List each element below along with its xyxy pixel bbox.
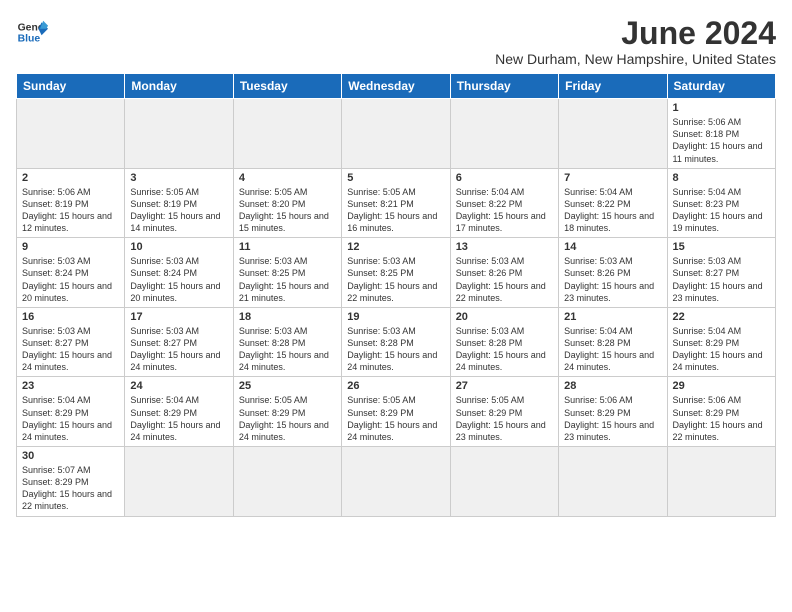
day-empty: [233, 99, 341, 169]
week-row-5: 23 Sunrise: 5:04 AMSunset: 8:29 PMDaylig…: [17, 377, 776, 447]
day-27: 27 Sunrise: 5:05 AMSunset: 8:29 PMDaylig…: [450, 377, 558, 447]
day-empty: [17, 99, 125, 169]
day-24: 24 Sunrise: 5:04 AMSunset: 8:29 PMDaylig…: [125, 377, 233, 447]
day-26: 26 Sunrise: 5:05 AMSunset: 8:29 PMDaylig…: [342, 377, 450, 447]
day-empty: [233, 447, 341, 517]
day-23: 23 Sunrise: 5:04 AMSunset: 8:29 PMDaylig…: [17, 377, 125, 447]
day-19: 19 Sunrise: 5:03 AMSunset: 8:28 PMDaylig…: [342, 307, 450, 377]
header-saturday: Saturday: [667, 74, 775, 99]
day-9: 9 Sunrise: 5:03 AMSunset: 8:24 PMDayligh…: [17, 238, 125, 308]
day-16: 16 Sunrise: 5:03 AMSunset: 8:27 PMDaylig…: [17, 307, 125, 377]
day-4: 4 Sunrise: 5:05 AMSunset: 8:20 PMDayligh…: [233, 168, 341, 238]
week-row-2: 2 Sunrise: 5:06 AMSunset: 8:19 PMDayligh…: [17, 168, 776, 238]
day-7: 7 Sunrise: 5:04 AMSunset: 8:22 PMDayligh…: [559, 168, 667, 238]
day-empty: [125, 447, 233, 517]
day-empty: [125, 99, 233, 169]
page: General Blue June 2024 New Durham, New H…: [0, 0, 792, 612]
week-row-3: 9 Sunrise: 5:03 AMSunset: 8:24 PMDayligh…: [17, 238, 776, 308]
day-empty: [342, 99, 450, 169]
day-empty: [450, 99, 558, 169]
day-14: 14 Sunrise: 5:03 AMSunset: 8:26 PMDaylig…: [559, 238, 667, 308]
weekday-header-row: Sunday Monday Tuesday Wednesday Thursday…: [17, 74, 776, 99]
title-block: June 2024 New Durham, New Hampshire, Uni…: [495, 16, 776, 67]
generalblue-logo-icon: General Blue: [16, 16, 48, 48]
week-row-1: 1 Sunrise: 5:06 AMSunset: 8:18 PMDayligh…: [17, 99, 776, 169]
day-5: 5 Sunrise: 5:05 AMSunset: 8:21 PMDayligh…: [342, 168, 450, 238]
day-2: 2 Sunrise: 5:06 AMSunset: 8:19 PMDayligh…: [17, 168, 125, 238]
day-21: 21 Sunrise: 5:04 AMSunset: 8:28 PMDaylig…: [559, 307, 667, 377]
day-empty: [559, 447, 667, 517]
day-29: 29 Sunrise: 5:06 AMSunset: 8:29 PMDaylig…: [667, 377, 775, 447]
week-row-6: 30 Sunrise: 5:07 AMSunset: 8:29 PMDaylig…: [17, 447, 776, 517]
header: General Blue June 2024 New Durham, New H…: [16, 16, 776, 67]
day-15: 15 Sunrise: 5:03 AMSunset: 8:27 PMDaylig…: [667, 238, 775, 308]
day-20: 20 Sunrise: 5:03 AMSunset: 8:28 PMDaylig…: [450, 307, 558, 377]
calendar: Sunday Monday Tuesday Wednesday Thursday…: [16, 73, 776, 516]
day-info: Sunrise: 5:06 AMSunset: 8:18 PMDaylight:…: [673, 116, 770, 165]
day-empty: [559, 99, 667, 169]
day-11: 11 Sunrise: 5:03 AMSunset: 8:25 PMDaylig…: [233, 238, 341, 308]
header-friday: Friday: [559, 74, 667, 99]
header-tuesday: Tuesday: [233, 74, 341, 99]
month-title: June 2024: [495, 16, 776, 51]
day-8: 8 Sunrise: 5:04 AMSunset: 8:23 PMDayligh…: [667, 168, 775, 238]
day-10: 10 Sunrise: 5:03 AMSunset: 8:24 PMDaylig…: [125, 238, 233, 308]
header-thursday: Thursday: [450, 74, 558, 99]
logo: General Blue: [16, 16, 48, 48]
header-sunday: Sunday: [17, 74, 125, 99]
location-title: New Durham, New Hampshire, United States: [495, 51, 776, 67]
day-13: 13 Sunrise: 5:03 AMSunset: 8:26 PMDaylig…: [450, 238, 558, 308]
svg-text:Blue: Blue: [18, 34, 41, 45]
day-1: 1 Sunrise: 5:06 AMSunset: 8:18 PMDayligh…: [667, 99, 775, 169]
day-18: 18 Sunrise: 5:03 AMSunset: 8:28 PMDaylig…: [233, 307, 341, 377]
day-number: 1: [673, 102, 770, 114]
day-3: 3 Sunrise: 5:05 AMSunset: 8:19 PMDayligh…: [125, 168, 233, 238]
day-25: 25 Sunrise: 5:05 AMSunset: 8:29 PMDaylig…: [233, 377, 341, 447]
day-empty: [342, 447, 450, 517]
day-17: 17 Sunrise: 5:03 AMSunset: 8:27 PMDaylig…: [125, 307, 233, 377]
day-12: 12 Sunrise: 5:03 AMSunset: 8:25 PMDaylig…: [342, 238, 450, 308]
day-empty: [667, 447, 775, 517]
header-monday: Monday: [125, 74, 233, 99]
day-6: 6 Sunrise: 5:04 AMSunset: 8:22 PMDayligh…: [450, 168, 558, 238]
day-22: 22 Sunrise: 5:04 AMSunset: 8:29 PMDaylig…: [667, 307, 775, 377]
week-row-4: 16 Sunrise: 5:03 AMSunset: 8:27 PMDaylig…: [17, 307, 776, 377]
header-wednesday: Wednesday: [342, 74, 450, 99]
day-empty: [450, 447, 558, 517]
day-30: 30 Sunrise: 5:07 AMSunset: 8:29 PMDaylig…: [17, 447, 125, 517]
day-28: 28 Sunrise: 5:06 AMSunset: 8:29 PMDaylig…: [559, 377, 667, 447]
